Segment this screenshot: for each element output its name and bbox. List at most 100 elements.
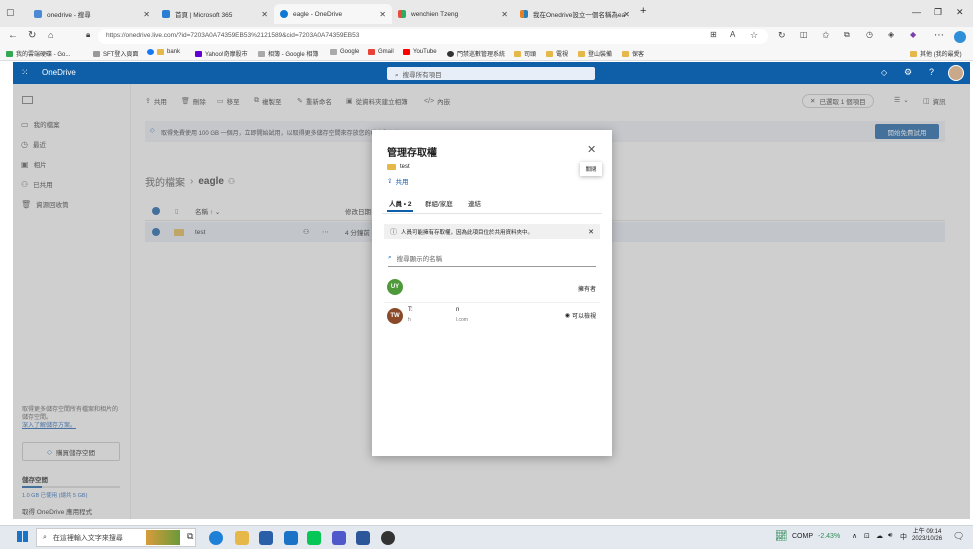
read-aloud-icon[interactable]: A <box>730 30 735 39</box>
person-email-tail: l.com <box>456 317 468 323</box>
windows-start-icon[interactable] <box>17 531 28 542</box>
bookmark-bank[interactable]: bank <box>147 49 180 55</box>
url-field[interactable]: https://onedrive.live.com/?id=7203A0A743… <box>98 29 768 44</box>
close-icon[interactable]: ✕ <box>587 143 596 156</box>
ime-indicator[interactable]: 中 <box>900 532 907 542</box>
stock-chart-icon: 📈︎ <box>775 531 788 542</box>
notification-icon[interactable]: 🗨︎ <box>953 531 964 542</box>
teams-icon[interactable] <box>332 531 346 545</box>
bookmark-yahoo[interactable]: Yahoo!奇摩股市 <box>195 49 248 58</box>
tab-groups[interactable]: 群組/家庭 <box>425 198 453 208</box>
bookmark-gmail[interactable]: Gmail <box>368 49 394 55</box>
search-placeholder: 搜尋所有項目 <box>402 72 442 79</box>
bookmark-folder-4[interactable]: 保客 <box>622 49 644 58</box>
restore-icon[interactable]: ❐ <box>934 7 942 18</box>
other-bookmarks[interactable]: 其他 (我的最愛) <box>910 49 962 58</box>
line-chat-icon[interactable] <box>307 531 321 545</box>
refresh-extension-icon[interactable]: ↻ <box>778 30 786 41</box>
person-name-tail: n <box>456 307 460 313</box>
extension-icon[interactable]: ◆ <box>910 30 916 39</box>
edge-copilot-icon[interactable] <box>954 31 966 43</box>
copilot-icon[interactable]: ◈ <box>888 30 894 39</box>
favorite-star-icon[interactable]: ☆ <box>750 30 758 41</box>
file-explorer-icon[interactable] <box>235 531 249 545</box>
browser-tab-3[interactable]: eagle - OneDrive ✕ <box>274 4 392 24</box>
tab-links[interactable]: 連結 <box>468 198 481 208</box>
task-view-icon[interactable]: ⧉ <box>187 531 193 542</box>
premium-diamond-icon[interactable]: ◇ <box>881 68 887 77</box>
store-icon[interactable] <box>259 531 273 545</box>
close-tab-icon[interactable]: ✕ <box>261 10 268 19</box>
close-window-icon[interactable]: ✕ <box>956 7 964 18</box>
browser-tab-1[interactable]: onedrive - 搜尋 ✕ <box>28 4 156 24</box>
app-launcher-icon[interactable]: ⁙ <box>21 67 29 78</box>
folder-icon <box>514 50 521 57</box>
close-tab-icon[interactable]: ✕ <box>379 10 386 19</box>
share-link[interactable]: ⇪ 共用 <box>387 176 408 186</box>
home-icon[interactable]: ⌂ <box>48 30 53 40</box>
user-avatar[interactable] <box>948 65 964 81</box>
item-name: test <box>400 164 410 170</box>
reload-icon[interactable]: ↻ <box>28 30 36 41</box>
google-icon <box>258 50 265 57</box>
network-icon[interactable]: ⊡ <box>864 532 870 540</box>
permission-dropdown[interactable]: ◉ 可以檢視 <box>565 311 596 320</box>
bookmark-label: 我的雲端硬碟 - Go... <box>16 52 71 58</box>
onedrive-search-input[interactable]: ⌕ 搜尋所有項目 <box>387 67 595 80</box>
bookmark-folder-2[interactable]: 電視 <box>546 49 568 58</box>
bookmark-sft[interactable]: SFT登入頁面 <box>93 49 138 58</box>
tab-title: wenchien Tzeng <box>411 10 459 18</box>
bookmark-folder-1[interactable]: 司頭 <box>514 49 536 58</box>
close-tab-icon[interactable]: ✕ <box>501 10 508 19</box>
more-options-icon[interactable]: ⋯ <box>934 30 944 41</box>
people-search-input[interactable]: ⌕ 搜尋顯示的名稱 <box>388 249 596 267</box>
search-icon: ⌕ <box>395 72 399 79</box>
bookmark-youtube[interactable]: YouTube <box>403 49 437 55</box>
clock-time: 上午 09:14 <box>912 529 942 535</box>
yahoo-icon <box>195 50 202 57</box>
word-icon[interactable] <box>356 531 370 545</box>
volume-icon[interactable]: 🔊︎ <box>888 532 892 540</box>
list-item-owner[interactable]: UY 擁有者 <box>384 276 600 300</box>
list-item-viewer[interactable]: TW T: n h l.com ◉ 可以檢視 <box>384 305 600 329</box>
clock[interactable]: 上午 09:14 2023/10/26 <box>912 529 942 543</box>
bookmark-google-drive[interactable]: 我的雲端硬碟 - Go... <box>6 49 70 58</box>
collections-icon[interactable]: ⧉ <box>844 30 850 40</box>
bookmark-google[interactable]: Google <box>330 49 359 55</box>
split-screen-icon[interactable]: ◫ <box>800 30 808 39</box>
browser-tab-5[interactable]: 我在Onedrive設立一個名稱為ea ✕ <box>514 4 636 24</box>
cloud-icon[interactable]: ☁ <box>876 532 883 540</box>
tab-actions-icon[interactable]: ▢ <box>6 7 15 18</box>
close-tooltip: 關閉 <box>580 162 602 176</box>
bookmark-label: 電視 <box>556 52 569 58</box>
stock-change: -2.43% <box>818 533 841 540</box>
brand-name[interactable]: OneDrive <box>42 68 76 77</box>
tab-people[interactable]: 人員 • 2 <box>389 198 412 208</box>
favorites-icon[interactable]: ✩ <box>822 30 830 41</box>
edge-browser-icon[interactable] <box>209 531 223 545</box>
dismiss-icon[interactable]: ✕ <box>588 228 594 236</box>
bookmark-label: 司頭 <box>524 52 537 58</box>
chevron-up-icon[interactable]: ∧ <box>852 532 857 540</box>
new-tab-button[interactable]: + <box>640 5 646 17</box>
youtube-icon <box>403 49 410 55</box>
close-tab-icon[interactable]: ✕ <box>143 10 150 19</box>
site-icon <box>447 50 454 57</box>
browser-tab-4[interactable]: wenchien Tzeng ✕ <box>392 4 514 24</box>
settings-gear-icon[interactable]: ⚙ <box>904 67 912 78</box>
mail-icon[interactable] <box>284 531 298 545</box>
bookmark-folder-3[interactable]: 登山裝備 <box>578 49 612 58</box>
app-icon[interactable] <box>381 531 395 545</box>
back-icon[interactable]: ← <box>8 30 18 41</box>
close-tab-icon[interactable]: ✕ <box>623 10 630 19</box>
help-icon[interactable]: ? <box>929 67 934 77</box>
browser-tab-2[interactable]: 首頁 | Microsoft 365 ✕ <box>156 4 274 24</box>
history-icon[interactable]: ◷ <box>866 30 873 39</box>
bookmark-label: SFT登入頁面 <box>103 52 139 58</box>
bookmark-access-system[interactable]: 門禁巡數管理系統 <box>447 49 505 58</box>
stock-name[interactable]: COMP <box>792 533 813 540</box>
item-name-row: test <box>387 164 410 170</box>
bookmark-google-photos[interactable]: 相簿 - Google 相簿 <box>258 49 318 58</box>
minimize-icon[interactable]: — <box>912 7 921 17</box>
app-available-icon[interactable]: ⊞ <box>710 30 717 39</box>
